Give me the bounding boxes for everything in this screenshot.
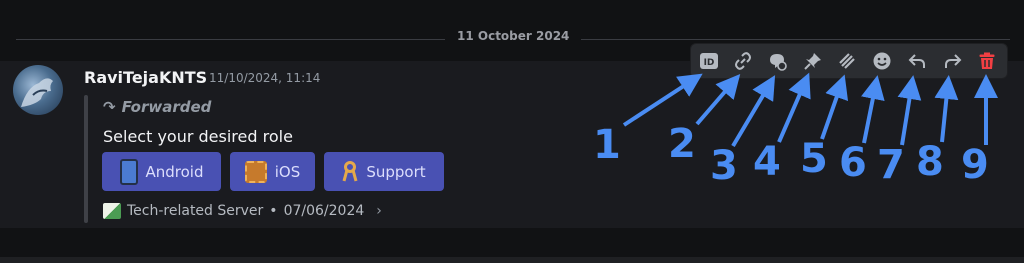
role-button-support[interactable]: Support — [324, 152, 444, 191]
chevron-right-icon: › — [376, 203, 382, 219]
phone-emoji-icon — [119, 158, 138, 185]
thread-icon[interactable] — [766, 50, 788, 72]
message-timestamp: 11/10/2024, 11:14 — [209, 71, 321, 85]
forward-icon[interactable] — [942, 50, 964, 72]
message-composer-edge — [0, 257, 1024, 263]
date-divider-label: 11 October 2024 — [445, 29, 582, 43]
annotation-number-1: 1 — [593, 122, 621, 168]
annotation-number-5: 5 — [800, 136, 828, 182]
annotation-number-2: 2 — [668, 121, 696, 167]
link-icon[interactable] — [732, 50, 754, 72]
pin-icon[interactable] — [802, 50, 824, 72]
avatar[interactable] — [13, 65, 63, 115]
role-button-ios[interactable]: iOS — [230, 152, 315, 191]
server-icon — [103, 203, 121, 219]
annotation-number-3: 3 — [710, 143, 738, 189]
annotation-number-4: 4 — [753, 139, 781, 185]
apps-icon[interactable] — [836, 50, 858, 72]
emoji-icon[interactable] — [871, 50, 893, 72]
id-icon[interactable]: ID — [698, 50, 720, 72]
reply-icon[interactable] — [906, 50, 928, 72]
chip-emoji-icon — [244, 160, 267, 183]
annotation-number-6: 6 — [839, 140, 867, 186]
annotation-number-9: 9 — [961, 142, 989, 188]
trash-icon[interactable] — [976, 50, 998, 72]
forward-arrow-icon: ↷ — [103, 98, 116, 116]
message-author[interactable]: RaviTejaKNTS — [84, 68, 207, 87]
role-button-android[interactable]: Android — [102, 152, 221, 191]
forward-source[interactable]: Tech-related Server • 07/06/2024 › — [103, 203, 382, 219]
annotation-number-7: 7 — [877, 142, 905, 188]
svg-text:ID: ID — [704, 58, 715, 68]
annotation-number-8: 8 — [916, 139, 944, 185]
forwarded-label: ↷ Forwarded — [103, 98, 212, 116]
ribbon-emoji-icon — [342, 160, 358, 183]
message-content: Select your desired role — [103, 127, 293, 146]
forward-quote-bar — [84, 95, 88, 223]
